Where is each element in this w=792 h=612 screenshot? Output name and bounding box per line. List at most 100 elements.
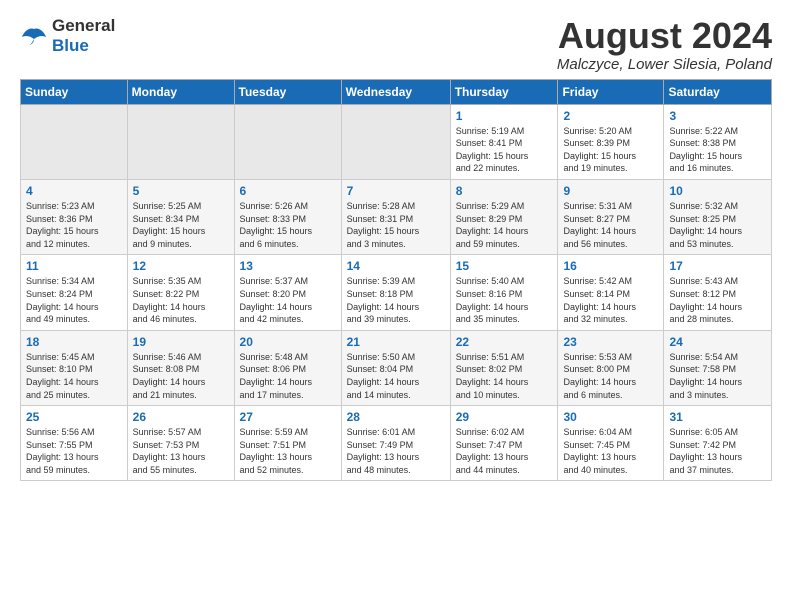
calendar-title: August 2024 [557, 16, 772, 56]
calendar-week-row: 4 Sunrise: 5:23 AM Sunset: 8:36 PM Daylig… [21, 179, 772, 254]
page: General Blue August 2024 Malczyce, Lower… [0, 0, 792, 491]
calendar-day-cell: 20 Sunrise: 5:48 AM Sunset: 8:06 PM Dayli… [234, 330, 341, 405]
day-detail: Sunrise: 5:37 AM Sunset: 8:20 PM Dayligh… [240, 275, 336, 325]
day-detail: Sunrise: 5:20 AM Sunset: 8:39 PM Dayligh… [563, 125, 658, 175]
day-detail: Sunrise: 5:39 AM Sunset: 8:18 PM Dayligh… [347, 275, 445, 325]
calendar-day-cell: 11 Sunrise: 5:34 AM Sunset: 8:24 PM Dayli… [21, 255, 128, 330]
day-number: 8 [456, 184, 553, 198]
day-number: 21 [347, 335, 445, 349]
calendar-day-cell: 8Sunrise: 5:29 AM Sunset: 8:29 PM Daylig… [450, 179, 558, 254]
day-detail: Sunrise: 6:04 AM Sunset: 7:45 PM Dayligh… [563, 426, 658, 476]
weekday-header: Wednesday [341, 79, 450, 104]
logo-general: General [52, 16, 115, 35]
calendar-day-cell: 24Sunrise: 5:54 AM Sunset: 7:58 PM Dayli… [664, 330, 772, 405]
calendar-day-cell: 14 Sunrise: 5:39 AM Sunset: 8:18 PM Dayli… [341, 255, 450, 330]
day-number: 17 [669, 259, 766, 273]
day-detail: Sunrise: 5:50 AM Sunset: 8:04 PM Dayligh… [347, 351, 445, 401]
day-number: 18 [26, 335, 122, 349]
day-detail: Sunrise: 5:35 AM Sunset: 8:22 PM Dayligh… [133, 275, 229, 325]
calendar-day-cell: 18Sunrise: 5:45 AM Sunset: 8:10 PM Dayli… [21, 330, 128, 405]
day-number: 12 [133, 259, 229, 273]
weekday-header: Saturday [664, 79, 772, 104]
day-detail: Sunrise: 5:40 AM Sunset: 8:16 PM Dayligh… [456, 275, 553, 325]
day-number: 11 [26, 259, 122, 273]
calendar-day-cell: 12 Sunrise: 5:35 AM Sunset: 8:22 PM Dayli… [127, 255, 234, 330]
day-number: 9 [563, 184, 658, 198]
calendar-location: Malczyce, Lower Silesia, Poland [557, 56, 772, 73]
calendar-day-cell [127, 104, 234, 179]
calendar-day-cell: 4 Sunrise: 5:23 AM Sunset: 8:36 PM Daylig… [21, 179, 128, 254]
day-number: 19 [133, 335, 229, 349]
day-number: 27 [240, 410, 336, 424]
day-number: 16 [563, 259, 658, 273]
day-number: 23 [563, 335, 658, 349]
calendar-day-cell: 7 Sunrise: 5:28 AM Sunset: 8:31 PM Daylig… [341, 179, 450, 254]
calendar-day-cell: 9 Sunrise: 5:31 AM Sunset: 8:27 PM Daylig… [558, 179, 664, 254]
day-detail: Sunrise: 5:43 AM Sunset: 8:12 PM Dayligh… [669, 275, 766, 325]
calendar-table: SundayMondayTuesdayWednesdayThursdayFrid… [20, 79, 772, 482]
calendar-day-cell: 16Sunrise: 5:42 AM Sunset: 8:14 PM Dayli… [558, 255, 664, 330]
day-number: 1 [456, 109, 553, 123]
day-detail: Sunrise: 5:48 AM Sunset: 8:06 PM Dayligh… [240, 351, 336, 401]
day-detail: Sunrise: 5:53 AM Sunset: 8:00 PM Dayligh… [563, 351, 658, 401]
day-detail: Sunrise: 5:51 AM Sunset: 8:02 PM Dayligh… [456, 351, 553, 401]
calendar-day-cell: 2 Sunrise: 5:20 AM Sunset: 8:39 PM Daylig… [558, 104, 664, 179]
day-detail: Sunrise: 5:23 AM Sunset: 8:36 PM Dayligh… [26, 200, 122, 250]
calendar-day-cell: 15 Sunrise: 5:40 AM Sunset: 8:16 PM Dayli… [450, 255, 558, 330]
day-number: 30 [563, 410, 658, 424]
day-detail: Sunrise: 5:34 AM Sunset: 8:24 PM Dayligh… [26, 275, 122, 325]
weekday-header: Tuesday [234, 79, 341, 104]
day-number: 3 [669, 109, 766, 123]
logo-blue: Blue [52, 36, 89, 55]
weekday-header: Friday [558, 79, 664, 104]
day-detail: Sunrise: 5:59 AM Sunset: 7:51 PM Dayligh… [240, 426, 336, 476]
day-detail: Sunrise: 6:01 AM Sunset: 7:49 PM Dayligh… [347, 426, 445, 476]
day-number: 22 [456, 335, 553, 349]
calendar-day-cell: 30 Sunrise: 6:04 AM Sunset: 7:45 PM Dayli… [558, 406, 664, 481]
day-number: 26 [133, 410, 229, 424]
day-number: 7 [347, 184, 445, 198]
day-detail: Sunrise: 5:54 AM Sunset: 7:58 PM Dayligh… [669, 351, 766, 401]
day-detail: Sunrise: 5:57 AM Sunset: 7:53 PM Dayligh… [133, 426, 229, 476]
calendar-day-cell: 6 Sunrise: 5:26 AM Sunset: 8:33 PM Daylig… [234, 179, 341, 254]
calendar-week-row: 18Sunrise: 5:45 AM Sunset: 8:10 PM Dayli… [21, 330, 772, 405]
day-number: 14 [347, 259, 445, 273]
title-block: August 2024 Malczyce, Lower Silesia, Pol… [557, 16, 772, 73]
day-number: 28 [347, 410, 445, 424]
day-number: 20 [240, 335, 336, 349]
calendar-day-cell: 10Sunrise: 5:32 AM Sunset: 8:25 PM Dayli… [664, 179, 772, 254]
weekday-header: Thursday [450, 79, 558, 104]
day-number: 5 [133, 184, 229, 198]
calendar-day-cell [21, 104, 128, 179]
day-detail: Sunrise: 5:56 AM Sunset: 7:55 PM Dayligh… [26, 426, 122, 476]
calendar-week-row: 25Sunrise: 5:56 AM Sunset: 7:55 PM Dayli… [21, 406, 772, 481]
calendar-day-cell: 17 Sunrise: 5:43 AM Sunset: 8:12 PM Dayli… [664, 255, 772, 330]
weekday-header: Monday [127, 79, 234, 104]
calendar-day-cell: 5 Sunrise: 5:25 AM Sunset: 8:34 PM Daylig… [127, 179, 234, 254]
day-number: 29 [456, 410, 553, 424]
day-detail: Sunrise: 6:02 AM Sunset: 7:47 PM Dayligh… [456, 426, 553, 476]
day-number: 2 [563, 109, 658, 123]
day-number: 15 [456, 259, 553, 273]
calendar-day-cell: 25Sunrise: 5:56 AM Sunset: 7:55 PM Dayli… [21, 406, 128, 481]
day-detail: Sunrise: 5:26 AM Sunset: 8:33 PM Dayligh… [240, 200, 336, 250]
day-detail: Sunrise: 5:28 AM Sunset: 8:31 PM Dayligh… [347, 200, 445, 250]
calendar-day-cell: 1 Sunrise: 5:19 AM Sunset: 8:41 PM Daylig… [450, 104, 558, 179]
logo-text: General Blue [52, 16, 115, 56]
calendar-day-cell: 13 Sunrise: 5:37 AM Sunset: 8:20 PM Dayli… [234, 255, 341, 330]
calendar-day-cell [234, 104, 341, 179]
calendar-day-cell: 31Sunrise: 6:05 AM Sunset: 7:42 PM Dayli… [664, 406, 772, 481]
day-detail: Sunrise: 5:25 AM Sunset: 8:34 PM Dayligh… [133, 200, 229, 250]
day-detail: Sunrise: 5:46 AM Sunset: 8:08 PM Dayligh… [133, 351, 229, 401]
calendar-day-cell: 22 Sunrise: 5:51 AM Sunset: 8:02 PM Dayli… [450, 330, 558, 405]
calendar-day-cell: 23 Sunrise: 5:53 AM Sunset: 8:00 PM Dayli… [558, 330, 664, 405]
weekday-header: Sunday [21, 79, 128, 104]
calendar-week-row: 11 Sunrise: 5:34 AM Sunset: 8:24 PM Dayli… [21, 255, 772, 330]
day-number: 6 [240, 184, 336, 198]
calendar-day-cell: 28 Sunrise: 6:01 AM Sunset: 7:49 PM Dayli… [341, 406, 450, 481]
day-detail: Sunrise: 5:31 AM Sunset: 8:27 PM Dayligh… [563, 200, 658, 250]
day-detail: Sunrise: 5:22 AM Sunset: 8:38 PM Dayligh… [669, 125, 766, 175]
day-detail: Sunrise: 5:19 AM Sunset: 8:41 PM Dayligh… [456, 125, 553, 175]
day-number: 4 [26, 184, 122, 198]
day-number: 13 [240, 259, 336, 273]
